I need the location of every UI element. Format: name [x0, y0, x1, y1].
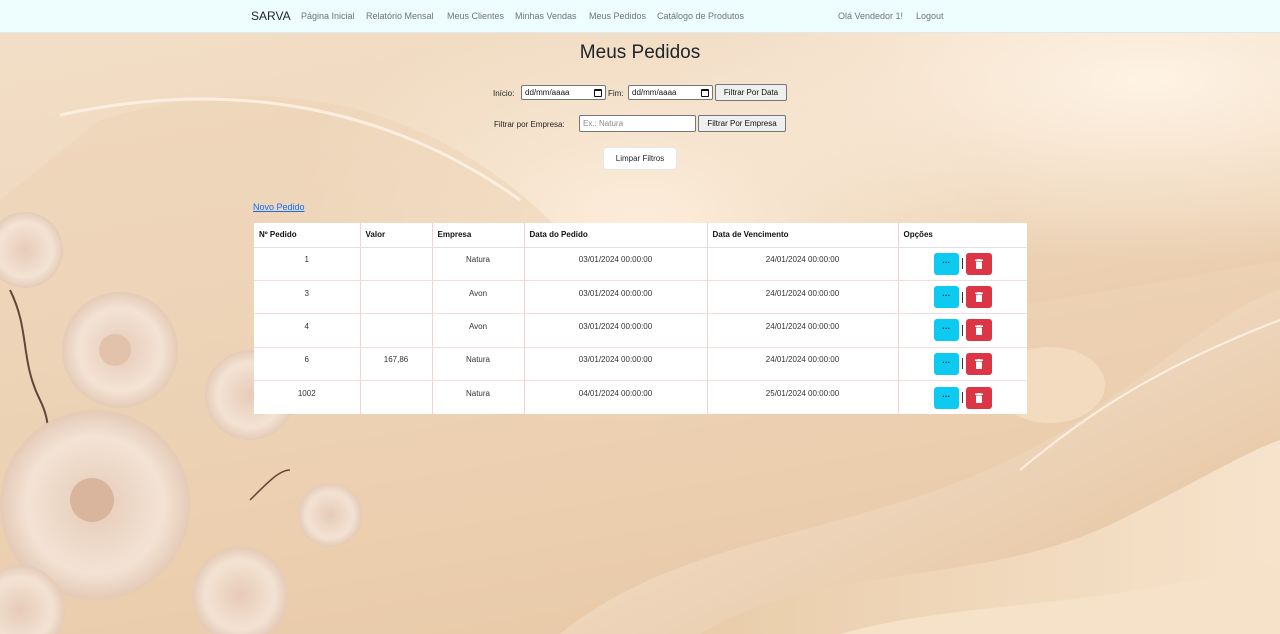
- separator: [961, 291, 963, 303]
- cell-num: 3: [254, 280, 361, 315]
- delete-button[interactable]: [965, 252, 992, 275]
- ellipsis-icon: ···: [942, 291, 951, 301]
- clear-filters-button[interactable]: Limpar Filtros: [603, 147, 677, 170]
- trash-icon: [974, 325, 983, 336]
- cell-valor: [360, 280, 433, 315]
- table-row: 3 Avon 03/01/2024 00:00:00 24/01/2024 00…: [254, 280, 1027, 315]
- ellipsis-icon: ···: [942, 357, 951, 367]
- table-row: 4 Avon 03/01/2024 00:00:00 24/01/2024 00…: [254, 313, 1027, 348]
- details-button[interactable]: ···: [933, 386, 959, 409]
- cell-data-pedido: 03/01/2024 00:00:00: [524, 313, 708, 348]
- table-row: 6 167,86 Natura 03/01/2024 00:00:00 24/0…: [254, 347, 1027, 382]
- cell-data-pedido: 03/01/2024 00:00:00: [524, 280, 708, 315]
- page-title: Meus Pedidos: [579, 42, 701, 63]
- end-date-input[interactable]: dd/mm/aaaa: [628, 85, 713, 100]
- header-valor: Valor: [360, 223, 433, 248]
- header-opcoes: Opções: [898, 223, 1027, 248]
- cell-options: ···: [898, 280, 1027, 315]
- cell-options: ···: [898, 247, 1027, 281]
- cell-num: 6: [254, 347, 361, 382]
- nav-link-meus-clientes[interactable]: Meus Clientes: [447, 11, 504, 21]
- cell-data-pedido: 04/01/2024 00:00:00: [524, 380, 708, 414]
- cell-empresa: Natura: [432, 347, 525, 382]
- nav-link-catalogo[interactable]: Catálogo de Produtos: [657, 11, 744, 21]
- nav-link-minhas-vendas[interactable]: Minhas Vendas: [515, 11, 577, 21]
- cell-valor: [360, 247, 433, 281]
- table-row: 1 Natura 03/01/2024 00:00:00 24/01/2024 …: [254, 247, 1027, 281]
- cell-data-pedido: 03/01/2024 00:00:00: [524, 247, 708, 281]
- cell-data-vencimento: 24/01/2024 00:00:00: [707, 313, 899, 348]
- filter-by-company-button[interactable]: Filtrar Por Empresa: [698, 115, 786, 132]
- cell-empresa: Natura: [432, 380, 525, 414]
- start-date-value: dd/mm/aaaa: [525, 88, 570, 97]
- cell-options: ···: [898, 347, 1027, 382]
- orders-table: Nº Pedido Valor Empresa Data do Pedido D…: [254, 223, 1027, 414]
- trash-icon: [974, 358, 983, 369]
- brand-logo[interactable]: SARVA: [251, 9, 291, 23]
- trash-icon: [974, 292, 983, 303]
- trash-icon: [974, 392, 983, 403]
- table-row: 1002 Natura 04/01/2024 00:00:00 25/01/20…: [254, 380, 1027, 414]
- header-data-pedido: Data do Pedido: [524, 223, 708, 248]
- top-navbar: SARVA Página Inicial Relatório Mensal Me…: [0, 0, 1280, 33]
- start-date-label: Início:: [493, 89, 515, 98]
- header-data-vencimento: Data de Vencimento: [707, 223, 899, 248]
- start-date-input[interactable]: dd/mm/aaaa: [521, 85, 606, 100]
- cell-options: ···: [898, 381, 1027, 414]
- nav-link-relatorio-mensal[interactable]: Relatório Mensal: [366, 11, 434, 21]
- cell-data-vencimento: 24/01/2024 00:00:00: [707, 347, 899, 382]
- delete-button[interactable]: [965, 386, 992, 409]
- header-empresa: Empresa: [432, 223, 525, 248]
- ellipsis-icon: ···: [942, 324, 951, 334]
- separator: [961, 392, 963, 404]
- nav-link-meus-pedidos[interactable]: Meus Pedidos: [589, 11, 646, 21]
- cell-empresa: Avon: [432, 313, 525, 348]
- details-button[interactable]: ···: [933, 352, 959, 375]
- delete-button[interactable]: [965, 352, 992, 375]
- new-order-link[interactable]: Novo Pedido: [253, 202, 305, 212]
- cell-valor: [360, 313, 433, 348]
- calendar-icon[interactable]: [594, 89, 602, 97]
- details-button[interactable]: ···: [933, 319, 959, 342]
- trash-icon: [974, 258, 983, 269]
- cell-num: 1002: [254, 380, 361, 414]
- end-date-value: dd/mm/aaaa: [632, 88, 677, 97]
- logout-link[interactable]: Logout: [916, 11, 944, 21]
- cell-data-vencimento: 24/01/2024 00:00:00: [707, 247, 899, 281]
- calendar-icon[interactable]: [701, 89, 709, 97]
- header-num: Nº Pedido: [254, 223, 361, 248]
- separator: [961, 258, 963, 270]
- cell-num: 4: [254, 313, 361, 348]
- user-greeting: Olá Vendedor 1!: [838, 11, 904, 21]
- filter-by-date-button[interactable]: Filtrar Por Data: [715, 84, 787, 101]
- cell-data-pedido: 03/01/2024 00:00:00: [524, 347, 708, 382]
- company-filter-label: Filtrar por Empresa:: [494, 120, 565, 129]
- cell-num: 1: [254, 247, 361, 281]
- cell-valor: [360, 380, 433, 414]
- separator: [961, 324, 963, 336]
- cell-valor: 167,86: [360, 347, 433, 382]
- cell-empresa: Natura: [432, 247, 525, 281]
- ellipsis-icon: ···: [942, 257, 951, 267]
- cell-data-vencimento: 24/01/2024 00:00:00: [707, 280, 899, 315]
- delete-button[interactable]: [965, 286, 992, 309]
- cell-options: ···: [898, 313, 1027, 348]
- nav-link-pagina-inicial[interactable]: Página Inicial: [301, 11, 355, 21]
- table-header-row: Nº Pedido Valor Empresa Data do Pedido D…: [254, 223, 1027, 248]
- delete-button[interactable]: [965, 319, 992, 342]
- ellipsis-icon: ···: [942, 391, 951, 401]
- details-button[interactable]: ···: [933, 286, 959, 309]
- separator: [961, 358, 963, 370]
- end-date-label: Fim:: [608, 89, 624, 98]
- company-filter-input[interactable]: Ex.: Natura: [579, 115, 696, 132]
- cell-data-vencimento: 25/01/2024 00:00:00: [707, 380, 899, 414]
- cell-empresa: Avon: [432, 280, 525, 315]
- details-button[interactable]: ···: [933, 252, 959, 275]
